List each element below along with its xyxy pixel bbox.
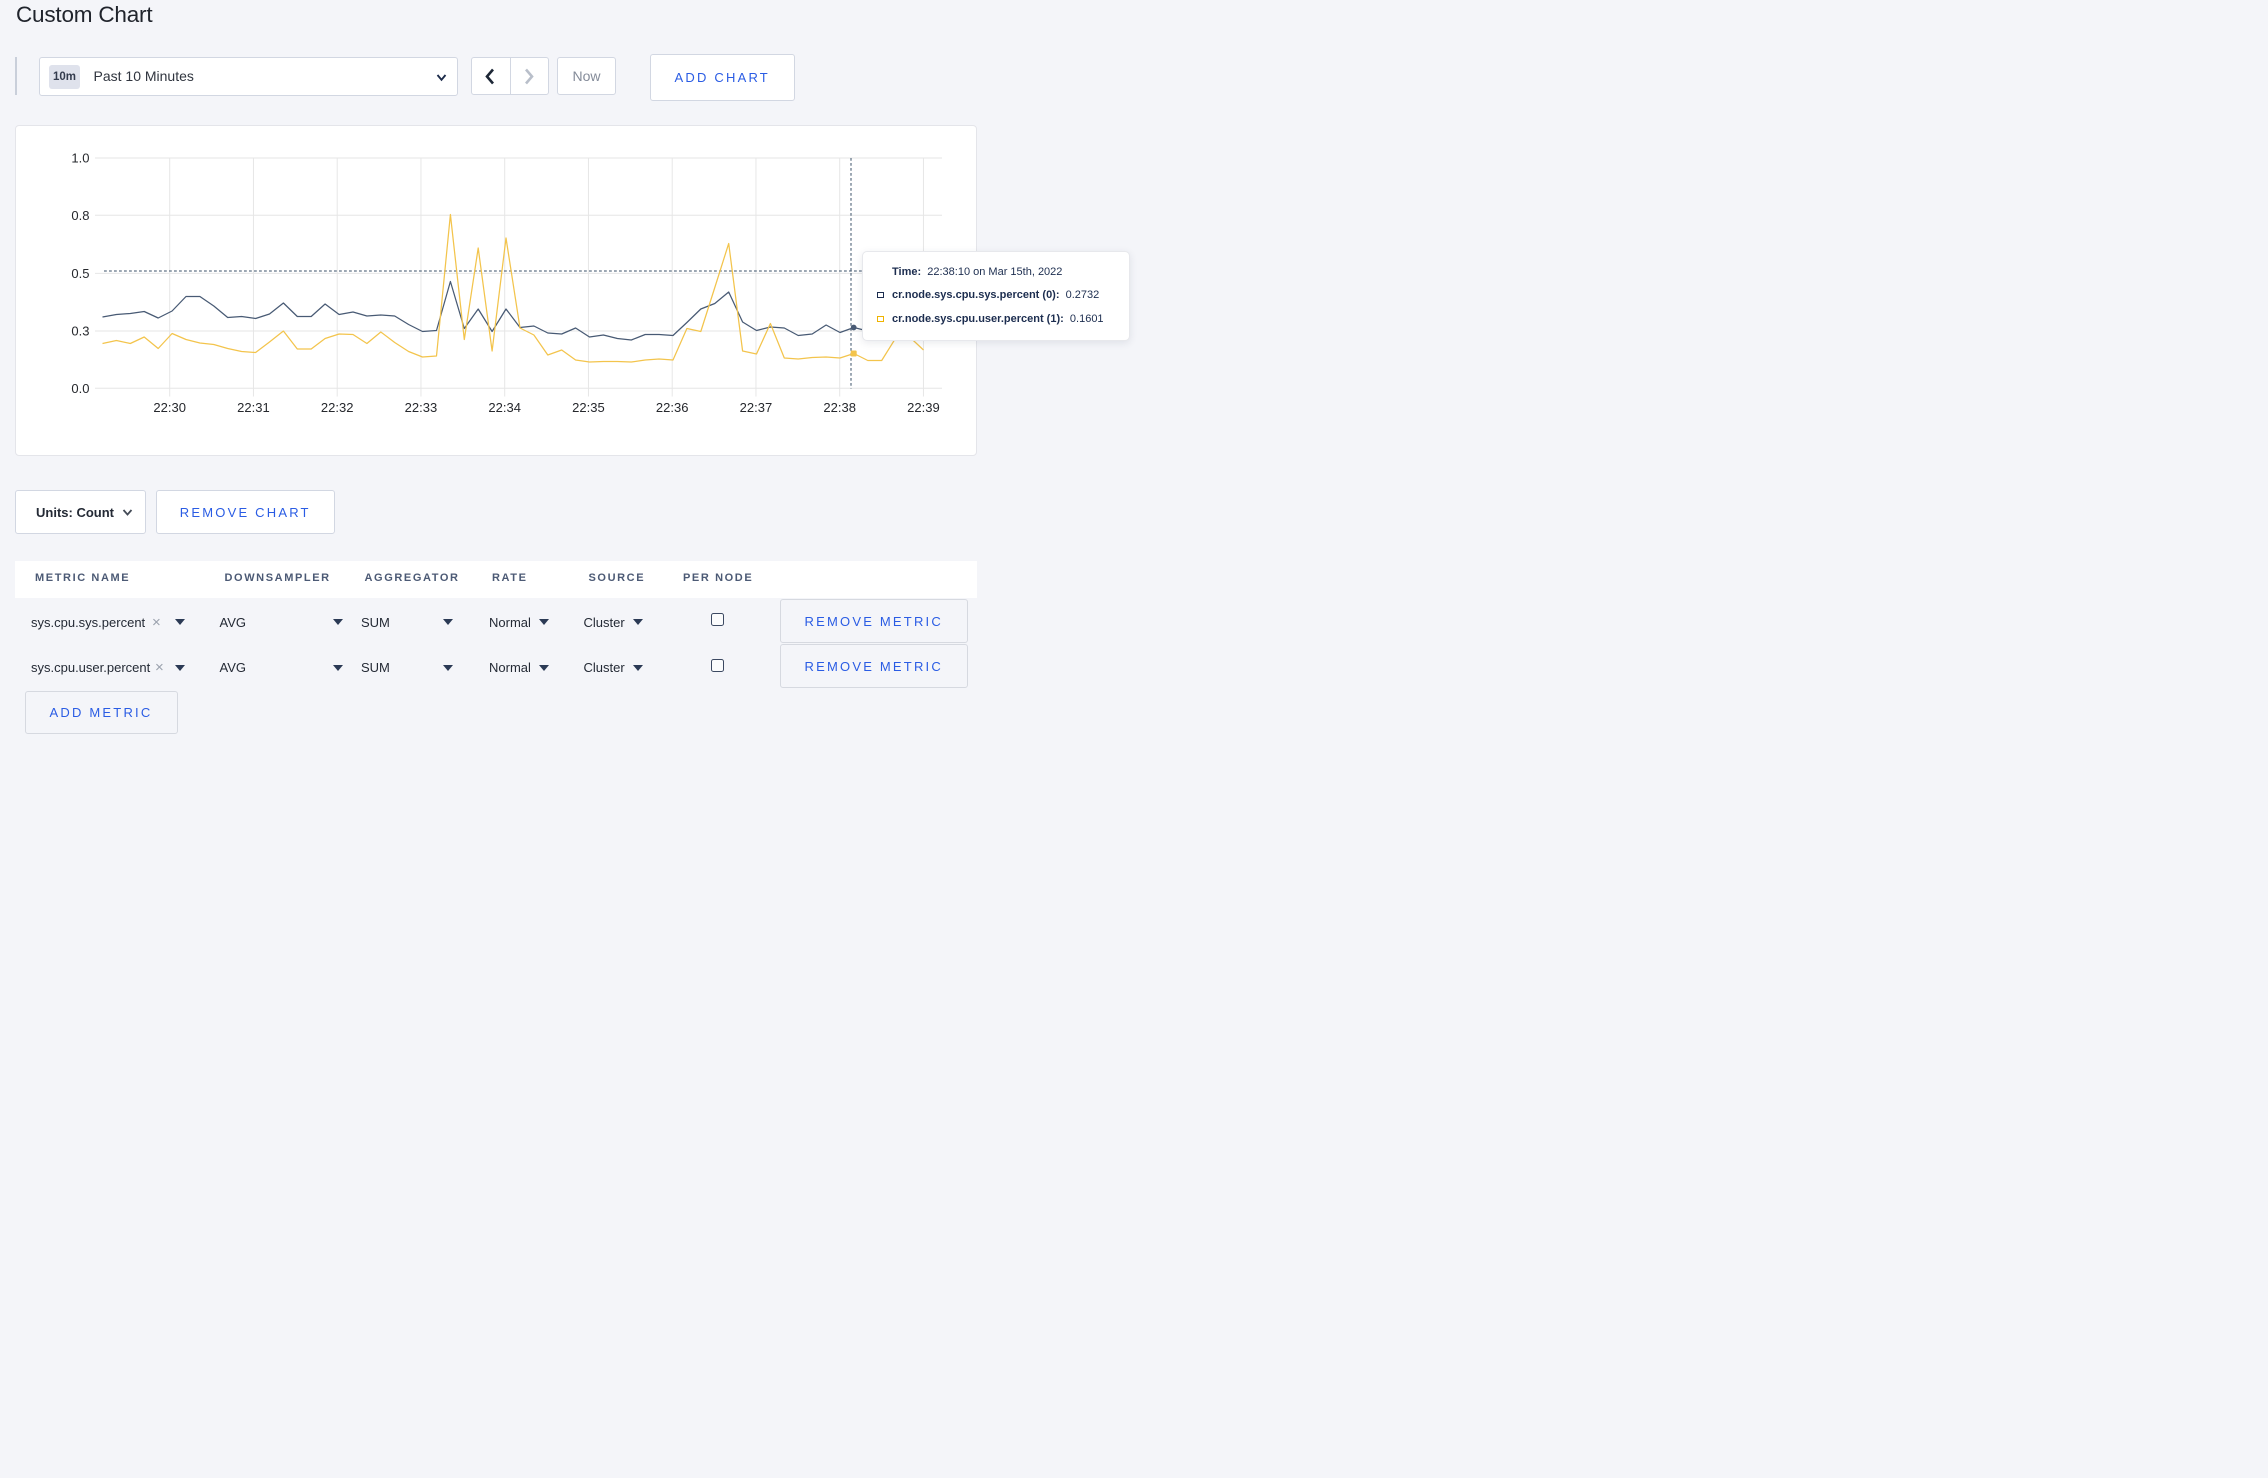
- svg-text:22:35: 22:35: [572, 400, 605, 415]
- svg-text:22:36: 22:36: [656, 400, 689, 415]
- svg-text:22:39: 22:39: [907, 400, 940, 415]
- svg-text:0.0: 0.0: [71, 381, 89, 396]
- svg-text:22:37: 22:37: [740, 400, 773, 415]
- svg-text:22:38: 22:38: [823, 400, 856, 415]
- svg-text:22:30: 22:30: [153, 400, 186, 415]
- svg-text:0.3: 0.3: [71, 324, 89, 339]
- svg-text:1.0: 1.0: [71, 151, 89, 166]
- svg-text:22:31: 22:31: [237, 400, 270, 415]
- svg-text:0.8: 0.8: [71, 208, 89, 223]
- svg-text:0.5: 0.5: [71, 266, 89, 281]
- svg-text:22:34: 22:34: [488, 400, 521, 415]
- svg-text:22:33: 22:33: [405, 400, 438, 415]
- svg-text:22:32: 22:32: [321, 400, 354, 415]
